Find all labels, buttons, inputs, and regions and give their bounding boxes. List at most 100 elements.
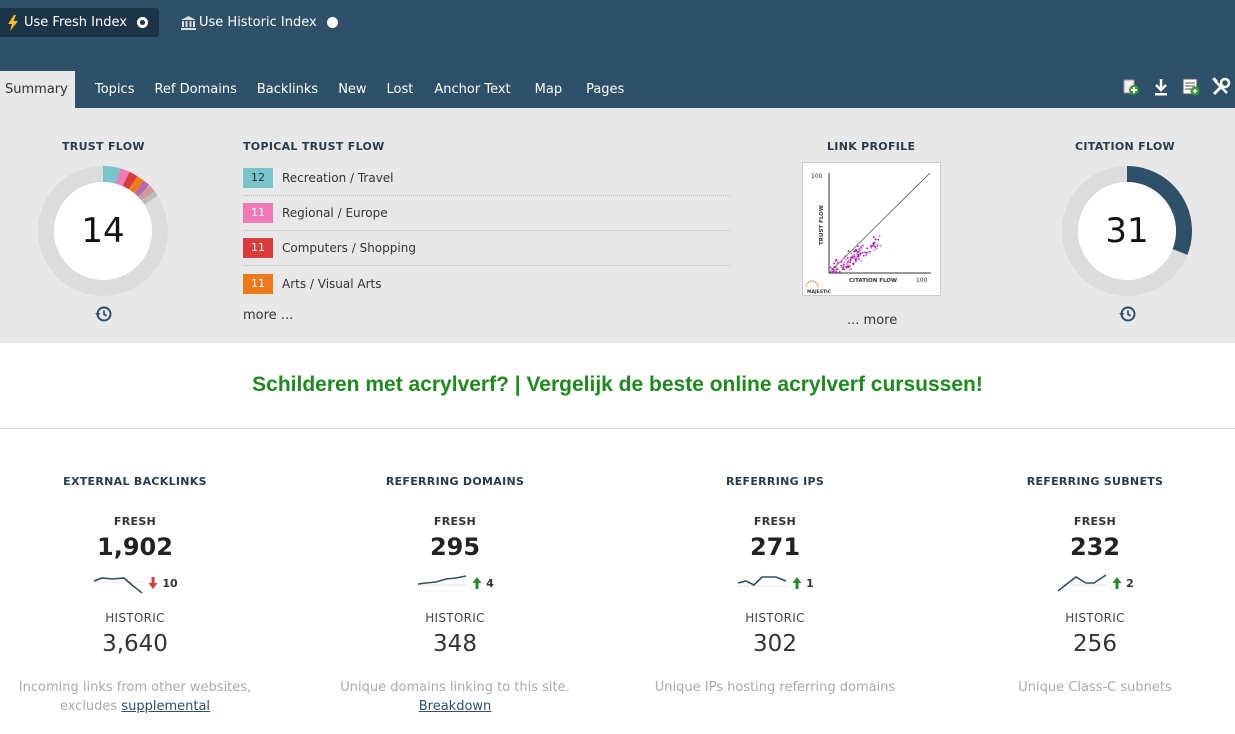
topical-trust-flow-title: TOPICAL TRUST FLOW xyxy=(243,140,385,153)
lp-point xyxy=(835,271,838,273)
stat-fresh-value: 271 xyxy=(749,533,801,561)
lp-point xyxy=(852,257,855,260)
stat-trend: 1 xyxy=(640,569,910,597)
stat-heading: REFERRING IPS xyxy=(725,475,825,488)
lp-point xyxy=(855,248,858,251)
lp-point xyxy=(874,238,877,241)
stat-delta: 2 xyxy=(1126,576,1134,590)
lp-point xyxy=(833,262,835,265)
lp-point xyxy=(849,258,852,261)
tab-ref-domains[interactable]: Ref Domains xyxy=(144,71,246,108)
stat-referring-domains: REFERRING DOMAINS FRESH 295 4 HISTORIC 3… xyxy=(320,475,590,716)
ttf-segment-other-3 xyxy=(141,190,158,205)
lp-point xyxy=(855,259,857,262)
ttf-row[interactable]: 11 Regional / Europe xyxy=(243,196,730,231)
ttf-more-link[interactable]: more ... xyxy=(243,308,293,323)
tab-map[interactable]: Map xyxy=(521,71,576,108)
stat-fresh-value: 1,902 xyxy=(97,533,173,561)
ttf-topic-label: Arts / Visual Arts xyxy=(282,276,382,291)
lp-point xyxy=(869,250,871,253)
stat-historic-label: HISTORIC xyxy=(745,611,805,625)
arrow-up-icon xyxy=(1112,577,1122,589)
fresh-radio[interactable] xyxy=(136,17,148,28)
trust-flow-donut: 14 xyxy=(38,165,168,296)
stat-description: Unique Class-C subnets xyxy=(960,678,1230,697)
citation-flow-value: 31 xyxy=(1105,211,1149,251)
lp-point xyxy=(872,236,875,239)
lp-point xyxy=(853,255,856,257)
stat-description: Unique domains linking to this site. Bre… xyxy=(320,678,590,716)
lp-point xyxy=(847,261,849,263)
trust-flow-history-icon[interactable] xyxy=(94,305,112,323)
lp-point xyxy=(840,261,842,264)
ttf-score-badge: 12 xyxy=(243,168,273,188)
lp-x-max: 100 xyxy=(916,277,928,284)
ttf-row[interactable]: 12 Recreation / Travel xyxy=(243,161,730,196)
tab-lost[interactable]: Lost xyxy=(377,71,424,108)
lp-point xyxy=(858,247,861,250)
stat-heading: REFERRING SUBNETS xyxy=(1026,475,1164,488)
top-bar: Use Fresh Index Use Historic Index Summa… xyxy=(0,0,1235,108)
lp-point xyxy=(849,256,852,259)
arrow-up-icon xyxy=(792,577,802,589)
lp-point xyxy=(845,267,848,269)
ttf-segment-other-1 xyxy=(134,180,150,198)
tab-bar: Summary Topics Ref Domains Backlinks New… xyxy=(0,71,634,108)
stat-historic-value: 348 xyxy=(433,631,477,657)
trust-flow-value: 14 xyxy=(81,211,125,251)
ttf-row[interactable]: 11 Arts / Visual Arts xyxy=(243,266,730,301)
arrow-down-icon xyxy=(148,577,158,589)
breakdown-link[interactable]: Breakdown xyxy=(419,699,492,714)
citation-flow-history-icon[interactable] xyxy=(1118,305,1136,323)
tools-icon[interactable] xyxy=(1209,76,1233,98)
stat-historic-value: 3,640 xyxy=(102,631,168,657)
lp-point xyxy=(856,257,859,259)
use-historic-index-toggle[interactable]: Use Historic Index xyxy=(180,8,338,37)
stat-trend: 10 xyxy=(0,569,270,597)
lp-point xyxy=(860,245,863,248)
lp-point xyxy=(856,252,858,255)
tab-new[interactable]: New xyxy=(328,71,376,108)
museum-icon xyxy=(180,15,196,31)
export-icon[interactable] xyxy=(1179,76,1203,98)
link-profile-more-link[interactable]: ... more xyxy=(847,313,897,328)
stat-historic-label: HISTORIC xyxy=(105,611,165,625)
stat-delta: 4 xyxy=(486,576,494,590)
sparkline-icon xyxy=(737,576,789,587)
citation-flow-donut: 31 xyxy=(1062,166,1192,296)
stat-delta: 10 xyxy=(162,576,178,590)
ttf-row[interactable]: 11 Computers / Shopping xyxy=(243,231,730,266)
stat-fresh-label: FRESH xyxy=(1073,515,1117,528)
lp-point xyxy=(847,259,850,262)
lp-y-max: 100 xyxy=(811,173,823,180)
ttf-segment-computers xyxy=(122,171,138,190)
stat-desc-text: Unique domains linking to this site. xyxy=(340,680,570,695)
lp-point xyxy=(878,235,881,237)
stat-fresh-label: FRESH xyxy=(433,515,477,528)
lp-point xyxy=(858,254,861,256)
add-report-icon[interactable] xyxy=(1119,76,1143,98)
stat-historic-value: 256 xyxy=(1073,631,1117,657)
tab-topics[interactable]: Topics xyxy=(85,71,144,108)
lp-point xyxy=(850,268,853,270)
lp-point xyxy=(829,266,832,269)
link-profile-chart[interactable]: 100 TRUST FLOW CITATION FLOW 100 MAJESTI… xyxy=(802,162,941,296)
stat-heading: EXTERNAL BACKLINKS xyxy=(63,475,207,488)
lp-point xyxy=(866,247,868,250)
lp-x-label: CITATION FLOW xyxy=(849,278,897,284)
lp-point xyxy=(847,266,849,268)
ttf-topic-label: Regional / Europe xyxy=(282,206,388,220)
tab-summary[interactable]: Summary xyxy=(0,71,75,108)
download-icon[interactable] xyxy=(1149,76,1173,98)
ttf-score-badge: 11 xyxy=(243,203,273,223)
lp-point xyxy=(844,255,847,258)
tab-backlinks[interactable]: Backlinks xyxy=(247,71,328,108)
historic-radio[interactable] xyxy=(326,17,338,28)
supplemental-link[interactable]: supplemental xyxy=(121,699,210,714)
tab-anchor-text[interactable]: Anchor Text xyxy=(423,71,520,108)
link-profile-title: LINK PROFILE xyxy=(827,140,916,153)
stat-historic-value: 302 xyxy=(753,631,797,657)
lp-point xyxy=(853,253,856,256)
tab-pages[interactable]: Pages xyxy=(576,71,634,108)
use-fresh-index-toggle[interactable]: Use Fresh Index xyxy=(0,8,159,37)
